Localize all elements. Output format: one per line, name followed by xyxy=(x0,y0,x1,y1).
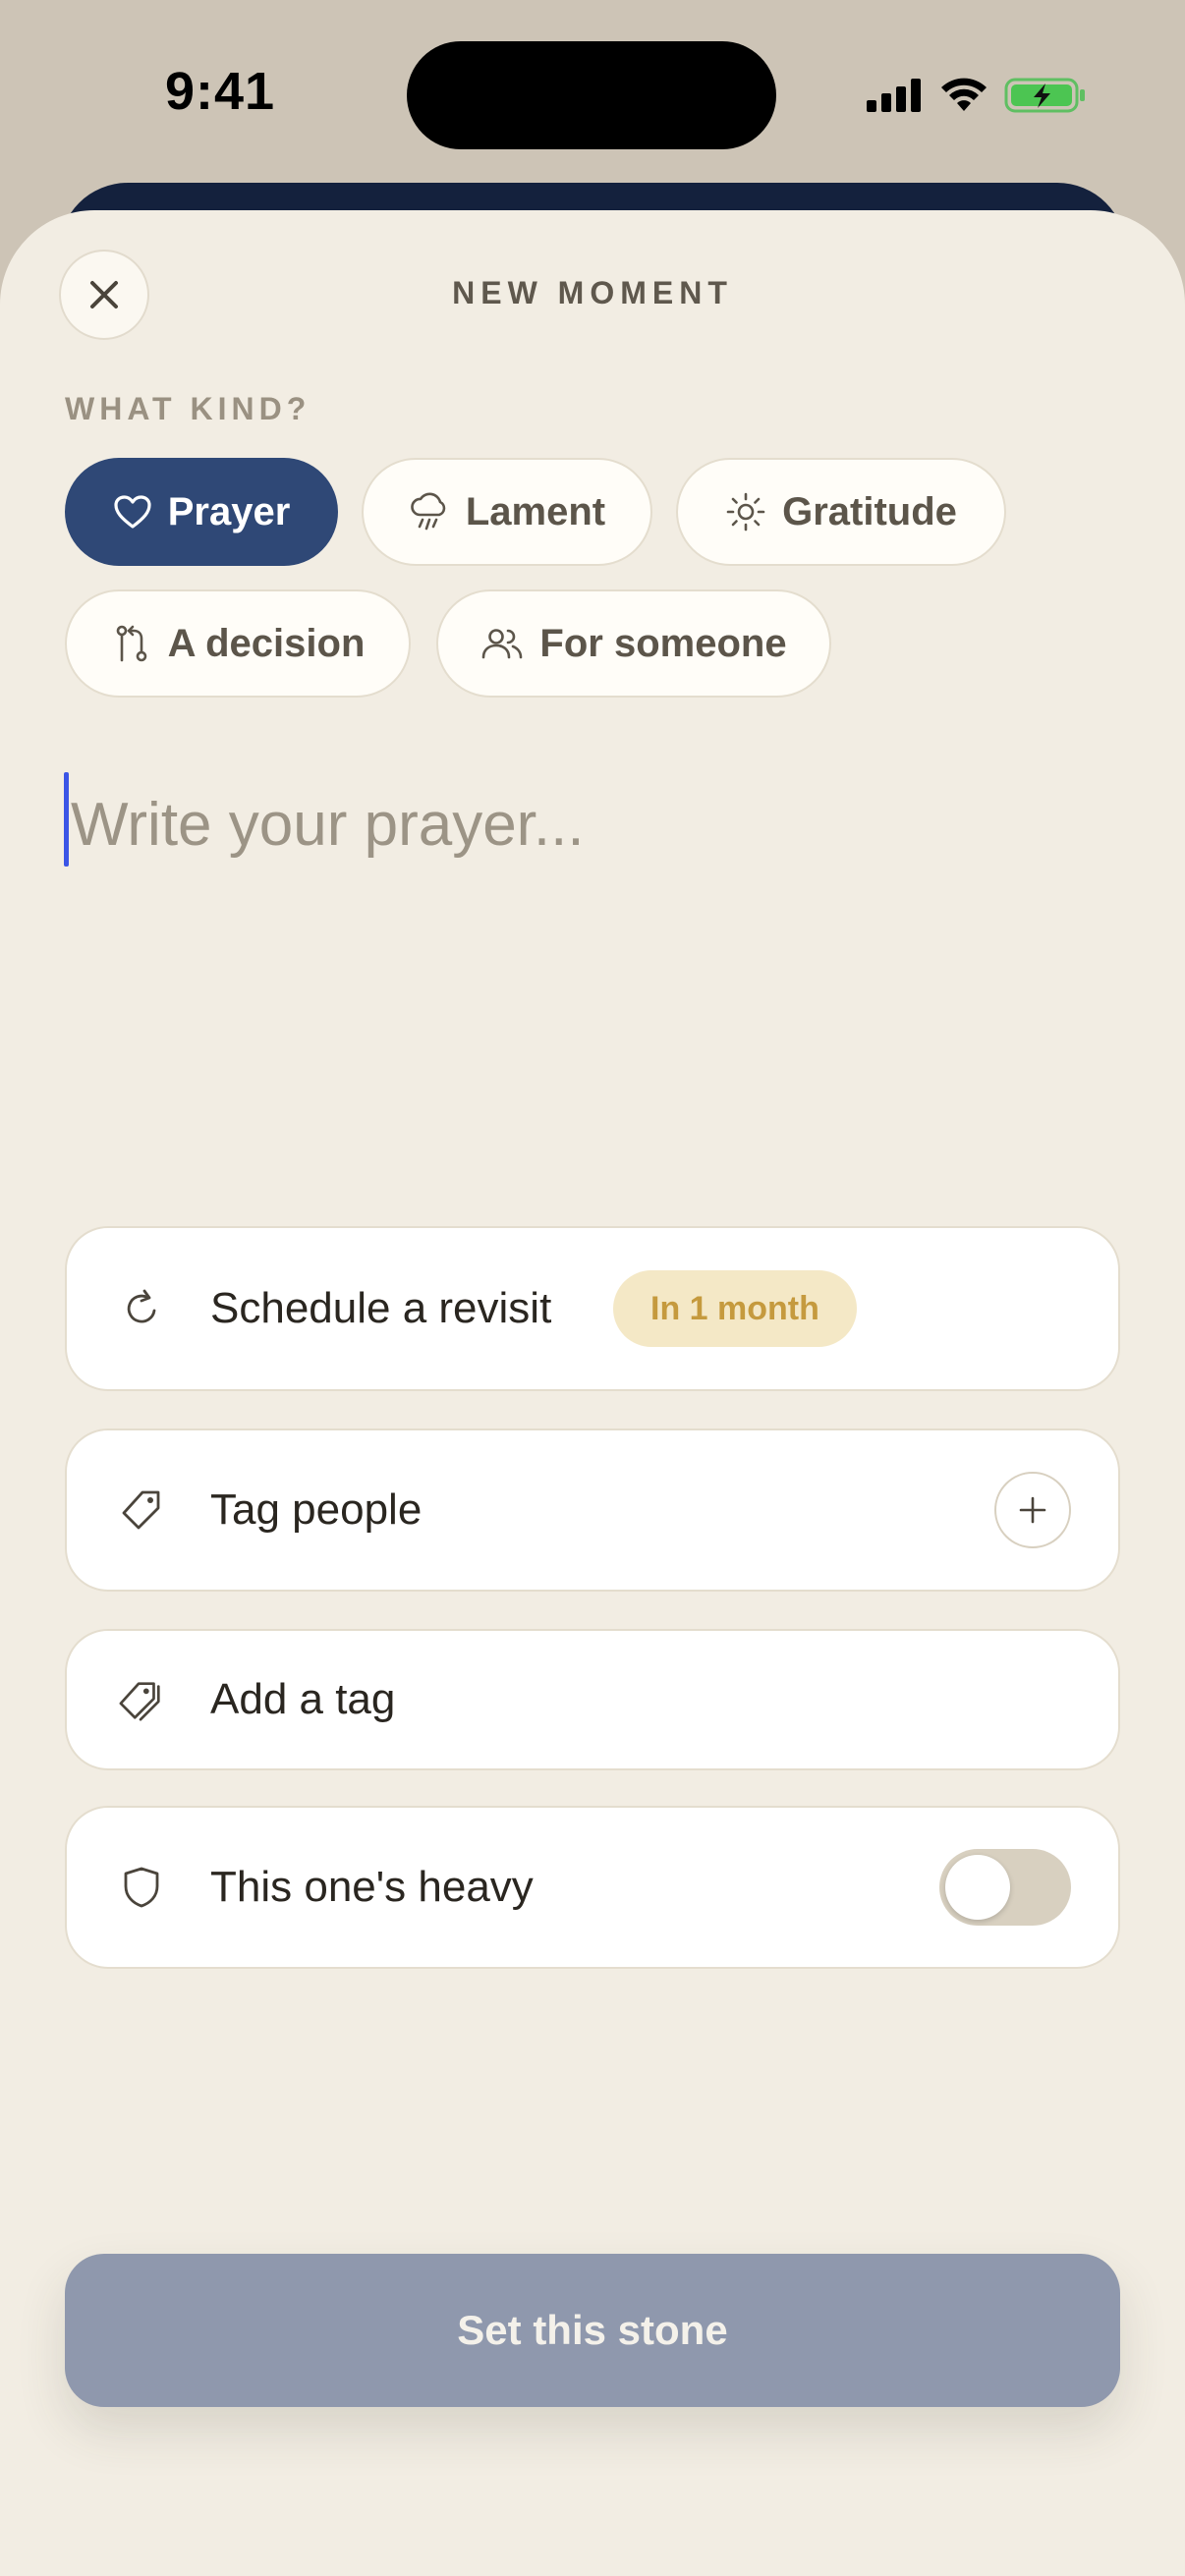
tag-people-row[interactable]: Tag people xyxy=(65,1428,1120,1592)
heart-icon xyxy=(114,495,151,529)
dynamic-island xyxy=(407,41,776,149)
tag-icon xyxy=(118,1486,165,1534)
kind-chip-label: Lament xyxy=(465,489,606,533)
kind-chip-gratitude[interactable]: Gratitude xyxy=(676,458,1006,566)
heavy-toggle[interactable] xyxy=(939,1849,1071,1926)
rain-cloud-icon xyxy=(411,492,446,531)
kind-chip-decision[interactable]: A decision xyxy=(65,589,411,698)
text-caret xyxy=(64,772,69,867)
status-bar: 9:41 xyxy=(0,0,1185,187)
kind-chip-label: Gratitude xyxy=(782,489,957,533)
status-icons xyxy=(867,71,1087,120)
wifi-icon xyxy=(941,78,987,111)
people-icon xyxy=(482,629,523,659)
tag-people-label: Tag people xyxy=(210,1485,423,1534)
new-moment-sheet: NEW MOMENT WHAT KIND? Prayer Lament Grat… xyxy=(0,210,1185,2576)
kind-chip-label: Prayer xyxy=(167,489,291,533)
set-stone-button[interactable]: Set this stone xyxy=(65,2254,1120,2407)
add-tag-row[interactable]: Add a tag xyxy=(65,1629,1120,1770)
sheet-title: NEW MOMENT xyxy=(452,275,733,310)
revisit-interval-badge[interactable]: In 1 month xyxy=(613,1270,857,1347)
kind-chip-lament[interactable]: Lament xyxy=(362,458,652,566)
battery-charging-icon xyxy=(1004,78,1085,113)
branch-icon xyxy=(116,625,146,662)
sun-icon xyxy=(726,492,765,532)
status-time: 9:41 xyxy=(165,62,276,121)
schedule-revisit-label: Schedule a revisit xyxy=(210,1284,552,1332)
kind-section-label: WHAT KIND? xyxy=(65,391,311,426)
prayer-text-input[interactable] xyxy=(65,770,1120,878)
kind-chip-label: A decision xyxy=(167,621,366,665)
kind-chip-label: For someone xyxy=(539,621,787,665)
kind-chip-for-someone[interactable]: For someone xyxy=(436,589,831,698)
cellular-signal-icon xyxy=(867,79,921,112)
tags-icon xyxy=(118,1676,165,1723)
heavy-label: This one's heavy xyxy=(210,1863,534,1911)
shield-icon xyxy=(118,1864,165,1911)
heavy-row[interactable]: This one's heavy xyxy=(65,1806,1120,1969)
add-tag-label: Add a tag xyxy=(210,1675,396,1723)
toggle-knob xyxy=(945,1855,1010,1920)
kind-chip-prayer[interactable]: Prayer xyxy=(65,458,338,566)
add-person-button[interactable] xyxy=(994,1472,1071,1548)
plus-icon xyxy=(1019,1496,1046,1524)
schedule-revisit-row[interactable]: Schedule a revisit In 1 month xyxy=(65,1226,1120,1391)
refresh-icon xyxy=(118,1285,165,1332)
